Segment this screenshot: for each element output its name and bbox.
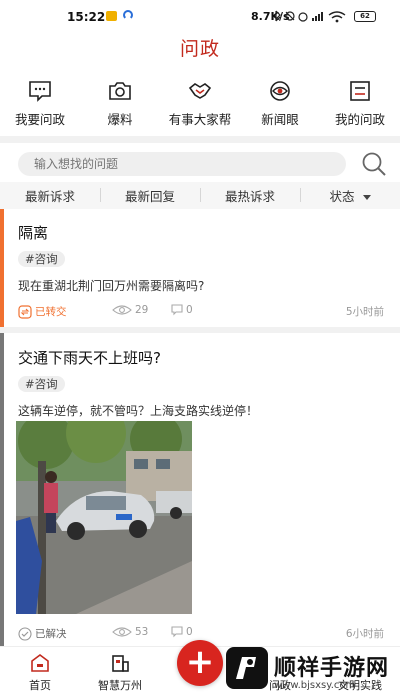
building-icon [112,655,129,672]
post-tag[interactable]: #咨询 [18,251,65,267]
filter-hottest-requests[interactable]: 最热诉求 [200,186,300,205]
sync-icon [123,10,133,20]
forward-icon [18,304,32,319]
caret-down-icon [362,195,371,200]
chat-bubble-icon [27,78,53,104]
func-report[interactable]: 爆料 [80,74,160,132]
post-time: 6小时前 [345,628,384,640]
func-label: 新闻眼 [261,112,299,127]
post-meta: 已转交 29 0 5小时前 [0,304,400,320]
handshake-icon [187,78,213,104]
func-news-eye[interactable]: 新闻眼 [240,74,320,132]
status-bar: 15:22 8.7K/s 62 [0,0,400,34]
nav-home[interactable]: 首页 [0,653,80,693]
func-label: 我要问政 [14,112,65,127]
eye-icon [267,78,293,104]
post-body: 这辆车逆停，就不管吗？上海支路实线逆停！ [18,404,259,418]
filter-latest-requests[interactable]: 最新诉求 [0,186,100,205]
search-icon [362,152,386,176]
watermark: 顺祥手游网 www.bjsxsy.com [226,644,400,700]
post-tag[interactable]: #咨询 [18,376,65,392]
post-status: 已转交 [18,304,67,319]
post-views: 29 [112,304,148,316]
eye-icon [112,305,132,315]
add-post-button[interactable]: + [177,640,223,686]
function-shortcuts: 我要问政 爆料 有事大家帮 新闻眼 我的问政 [0,74,400,132]
post-time: 5小时前 [345,306,384,318]
eye-icon [112,627,132,637]
post-status: 已解决 [18,626,67,641]
watermark-name: 顺祥手游网 [274,656,390,681]
filter-latest-replies[interactable]: 最新回复 [100,186,200,205]
status-time: 15:22 [67,10,106,24]
signal-wifi-icons [275,10,346,23]
post-card[interactable]: 隔离 #咨询 现在重湖北荆门回万州需要隔离吗? 已转交 29 0 5小时前 [0,209,400,327]
post-body: 现在重湖北荆门回万州需要隔离吗? [18,279,205,293]
post-accent-bar [0,333,4,646]
watermark-url: www.bjsxsy.com [274,680,356,691]
page-title: 问政 [179,38,220,60]
post-title: 交通下雨天不上班吗? [18,349,161,367]
filter-bar: 最新诉求 最新回复 最热诉求 状态 [0,182,400,209]
watermark-logo [226,647,268,689]
func-label: 爆料 [107,112,133,127]
post-photo[interactable] [16,421,192,614]
camera-icon [107,78,133,104]
comment-icon [171,626,183,638]
post-title: 隔离 [18,224,49,242]
check-circle-icon [18,626,32,641]
post-comments: 0 [171,626,193,638]
document-icon [347,78,373,104]
func-label: 有事大家帮 [168,112,232,127]
section-divider [0,136,400,143]
filter-status-dropdown[interactable]: 状态 [300,186,400,205]
search-input[interactable] [18,152,346,176]
func-my-questions[interactable]: 我的问政 [320,74,400,132]
notification-app-icon [106,11,117,21]
nav-smart-wanzhou[interactable]: 智慧万州 [80,653,160,693]
func-help-each-other[interactable]: 有事大家帮 [160,74,240,132]
home-icon [31,654,49,672]
battery-indicator: 62 [354,11,376,22]
search-button[interactable] [360,150,388,178]
func-label: 我的问政 [334,112,385,127]
system-status-icons [272,9,350,26]
post-views: 53 [112,626,148,638]
comment-icon [171,304,183,316]
post-comments: 0 [171,304,193,316]
func-ask-question[interactable]: 我要问政 [0,74,80,132]
